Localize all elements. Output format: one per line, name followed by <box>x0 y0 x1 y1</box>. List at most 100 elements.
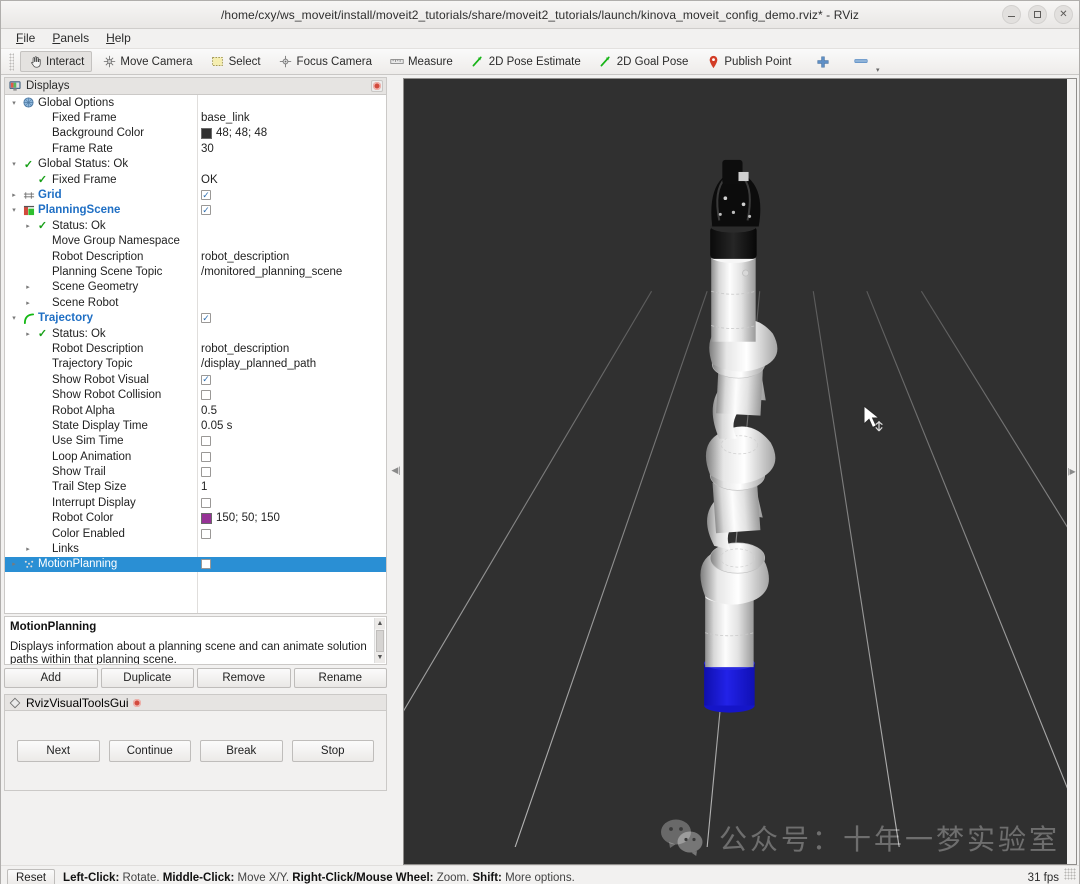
tree-row-background-color[interactable]: Background Color 48; 48; 48 <box>5 126 386 141</box>
checkbox[interactable] <box>201 528 211 539</box>
tree-row-trail-step-size[interactable]: Trail Step Size 1 <box>5 480 386 495</box>
tree-row-links[interactable]: Links <box>5 541 386 556</box>
color-swatch[interactable] <box>201 127 212 139</box>
minimize-button[interactable] <box>1002 5 1021 24</box>
tree-row-motionplanning[interactable]: MotionPlanning <box>5 556 386 573</box>
reset-button[interactable]: Reset <box>7 868 56 884</box>
collapse-left-icon[interactable]: ◀| <box>391 465 400 476</box>
tree-row-value-cell[interactable] <box>197 559 211 570</box>
tool-move-camera[interactable]: Move Camera <box>94 51 200 72</box>
close-panel-icon[interactable] <box>371 80 383 92</box>
tree-row-value-cell[interactable] <box>197 436 211 447</box>
chevron-down-icon[interactable] <box>9 160 19 168</box>
tree-row-value-cell[interactable]: OK <box>197 174 218 186</box>
chevron-down-icon[interactable] <box>9 99 19 107</box>
tree-row-value-cell[interactable]: /display_planned_path <box>197 358 316 370</box>
dock-splitter[interactable]: ◀| <box>389 75 403 865</box>
scroll-down-icon[interactable]: ▼ <box>375 652 385 663</box>
tree-row-loop-animation[interactable]: Loop Animation <box>5 449 386 464</box>
tree-row-color-enabled[interactable]: Color Enabled <box>5 526 386 541</box>
scroll-thumb[interactable] <box>376 630 384 652</box>
tree-row-show-trail[interactable]: Show Trail <box>5 464 386 479</box>
tree-row-value-cell[interactable] <box>197 528 211 539</box>
duplicate-button[interactable]: Duplicate <box>100 668 194 688</box>
tree-row-value-cell[interactable]: 30 <box>197 143 214 155</box>
tree-row-fixed-frame[interactable]: ✓ Fixed Frame OK <box>5 172 386 187</box>
tree-row-interrupt-display[interactable]: Interrupt Display <box>5 495 386 510</box>
chevron-right-icon[interactable] <box>9 191 19 199</box>
tool-interact[interactable]: Interact <box>20 51 93 72</box>
close-button[interactable]: ✕ <box>1054 5 1073 24</box>
tool-focus-camera[interactable]: Focus Camera <box>271 51 380 72</box>
checkbox[interactable] <box>201 436 211 447</box>
menu-help[interactable]: Help <box>103 30 139 47</box>
remove-button[interactable]: Remove <box>197 668 291 688</box>
tree-row-move-group-namespace[interactable]: Move Group Namespace <box>5 234 386 249</box>
tree-row-value-cell[interactable]: 150; 50; 150 <box>197 512 280 524</box>
rename-button[interactable]: Rename <box>293 668 387 688</box>
tree-row-robot-color[interactable]: Robot Color 150; 50; 150 <box>5 511 386 526</box>
tool-2d-goal-pose[interactable]: 2D Goal Pose <box>591 51 697 72</box>
tree-row-trajectory[interactable]: Trajectory ✓ <box>5 310 386 325</box>
tree-row-trajectory-topic[interactable]: Trajectory Topic/display_planned_path <box>5 357 386 372</box>
tree-row-value-cell[interactable] <box>197 467 211 478</box>
break-button[interactable]: Break <box>200 739 283 762</box>
tree-row-value-cell[interactable]: robot_description <box>197 343 289 355</box>
tree-row-use-sim-time[interactable]: Use Sim Time <box>5 434 386 449</box>
tree-row-global-status-ok[interactable]: ✓ Global Status: Ok <box>5 157 386 172</box>
toolbar-grip[interactable] <box>9 52 14 71</box>
close-panel-icon-2[interactable] <box>132 698 141 707</box>
tree-row-grid[interactable]: Grid ✓ <box>5 187 386 202</box>
tree-row-value-cell[interactable]: base_link <box>197 112 250 124</box>
tree-row-scene-robot[interactable]: Scene Robot <box>5 295 386 310</box>
tree-row-value-cell[interactable]: ✓ <box>197 205 211 216</box>
tree-row-global-options[interactable]: Global Options <box>5 95 386 110</box>
tree-row-planningscene[interactable]: PlanningScene ✓ <box>5 203 386 218</box>
checkbox[interactable] <box>201 390 211 401</box>
scroll-up-icon[interactable]: ▲ <box>375 618 385 629</box>
tree-row-value-cell[interactable] <box>197 451 211 462</box>
checkbox[interactable] <box>201 451 211 462</box>
collapse-right-icon[interactable]: |▶ <box>1067 79 1076 864</box>
maximize-button[interactable] <box>1028 5 1047 24</box>
chevron-right-icon[interactable] <box>23 283 33 291</box>
render-viewport[interactable]: 公众号：十年一梦实验室 |▶ <box>403 78 1077 865</box>
menu-file[interactable]: FFileile <box>13 30 43 47</box>
checkbox[interactable] <box>201 467 211 478</box>
tree-row-planning-scene-topic[interactable]: Planning Scene Topic/monitored_planning_… <box>5 264 386 279</box>
tree-row-value-cell[interactable] <box>197 497 211 508</box>
tree-row-fixed-frame[interactable]: Fixed Frame base_link <box>5 110 386 125</box>
tree-row-value-cell[interactable]: 0.05 s <box>197 420 232 432</box>
checkbox[interactable]: ✓ <box>201 205 211 216</box>
tree-row-status-ok[interactable]: ✓ Status: Ok <box>5 326 386 341</box>
tool-add-tool[interactable] <box>808 51 838 72</box>
chevron-right-icon[interactable] <box>23 545 33 553</box>
next-button[interactable]: Next <box>17 739 100 762</box>
tool-select[interactable]: Select <box>203 51 269 72</box>
displays-tree[interactable]: Global OptionsFixed Framebase_linkBackgr… <box>4 94 387 614</box>
checkbox[interactable]: ✓ <box>201 313 211 324</box>
tree-row-value-cell[interactable]: ✓ <box>197 313 211 324</box>
resize-grip[interactable] <box>1064 868 1076 880</box>
checkbox[interactable]: ✓ <box>201 374 211 385</box>
continue-button[interactable]: Continue <box>108 739 191 762</box>
chevron-right-icon[interactable] <box>23 299 33 307</box>
tree-row-value-cell[interactable]: 1 <box>197 481 207 493</box>
tree-row-show-robot-collision[interactable]: Show Robot Collision <box>5 387 386 402</box>
tree-row-frame-rate[interactable]: Frame Rate 30 <box>5 141 386 156</box>
chevron-down-icon[interactable] <box>9 314 19 322</box>
chevron-right-icon[interactable] <box>9 560 19 568</box>
tree-row-value-cell[interactable]: 0.5 <box>197 405 217 417</box>
tree-row-status-ok[interactable]: ✓ Status: Ok <box>5 218 386 233</box>
tree-row-value-cell[interactable]: ✓ <box>197 374 211 385</box>
checkbox[interactable] <box>201 559 211 570</box>
add-button[interactable]: Add <box>4 668 98 688</box>
tool-publish-point[interactable]: Publish Point <box>698 51 799 72</box>
tree-row-value-cell[interactable] <box>197 390 211 401</box>
tool-remove-tool[interactable]: ▾ <box>846 51 880 74</box>
checkbox[interactable]: ✓ <box>201 190 211 201</box>
tree-row-value-cell[interactable]: robot_description <box>197 251 289 263</box>
tree-row-robot-description[interactable]: Robot Description robot_description <box>5 249 386 264</box>
description-scrollbar[interactable]: ▲ ▼ <box>374 618 385 663</box>
tree-row-robot-alpha[interactable]: Robot Alpha 0.5 <box>5 403 386 418</box>
